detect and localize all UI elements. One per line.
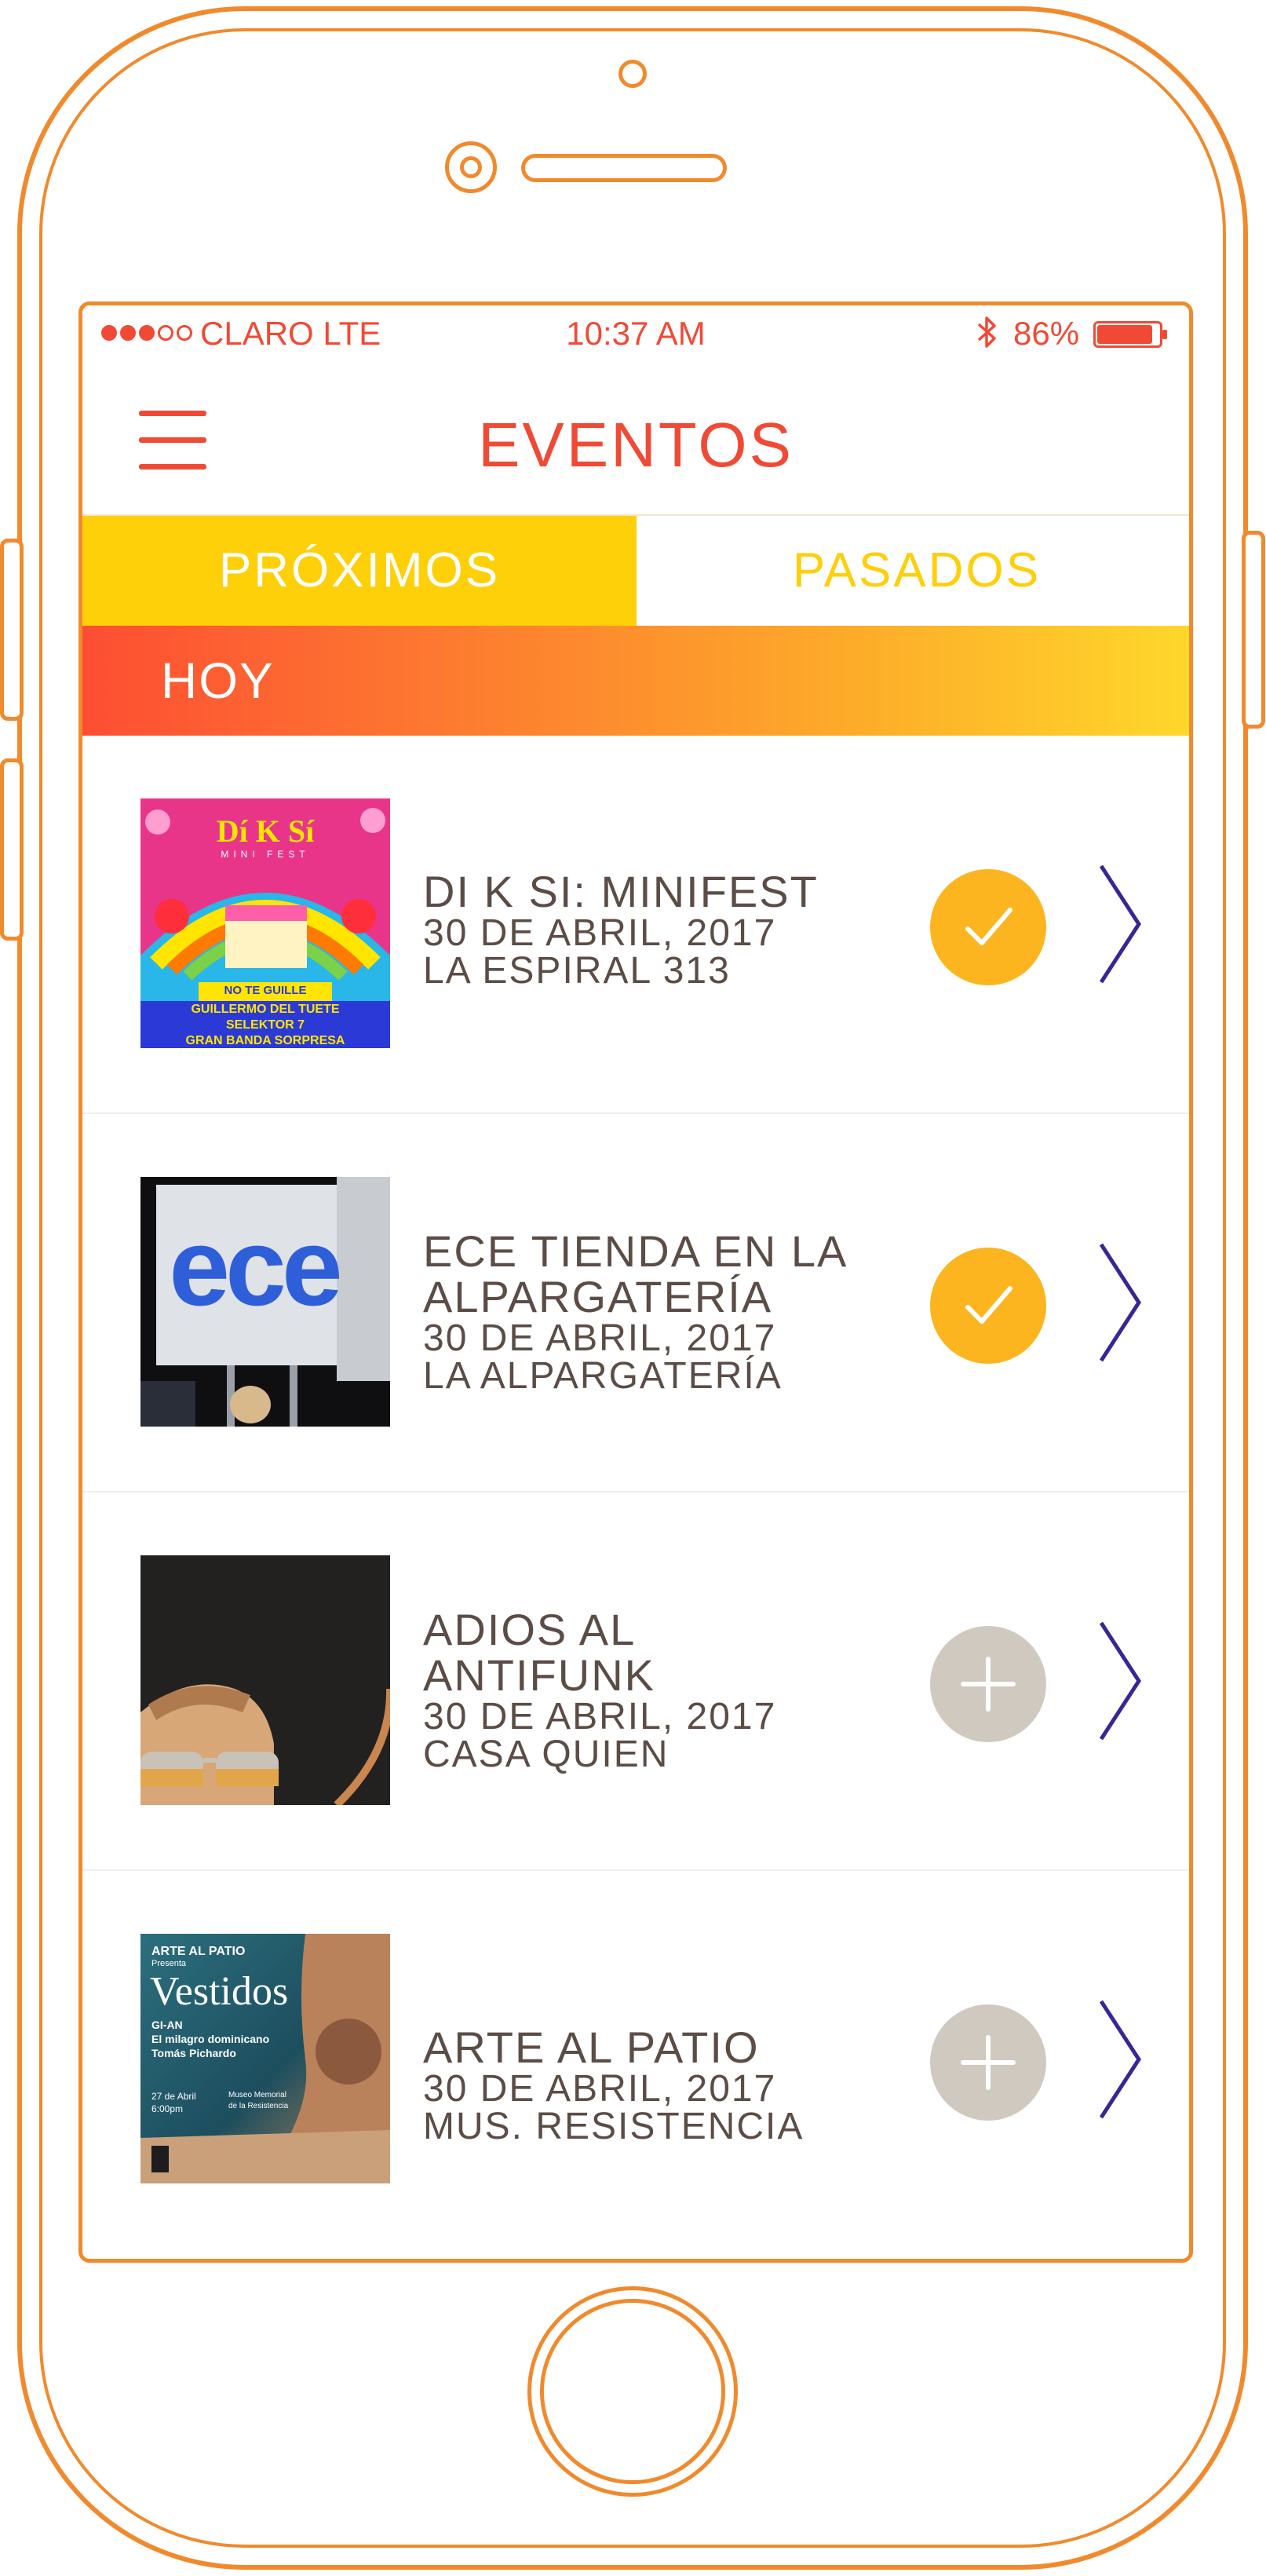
proximity-sensor	[618, 60, 647, 88]
earpiece-speaker	[521, 154, 727, 182]
event-title: ECE TIENDA EN LA	[423, 1226, 848, 1276]
tab-upcoming[interactable]: PRÓXIMOS	[82, 516, 637, 626]
event-thumbnail[interactable]	[140, 1555, 390, 1805]
event-row[interactable]: ece ECE TIENDA EN LA ALPARGATERÍA 30 DE …	[82, 1114, 1189, 1493]
tab-bar: PRÓXIMOS PASADOS	[82, 516, 1189, 626]
poster-line: SELEKTOR 7	[225, 1018, 305, 1032]
chevron-right-icon[interactable]	[1095, 1997, 1150, 2122]
event-date: 30 DE ABRIL, 2017	[423, 2068, 777, 2110]
event-venue: MUS. RESISTENCIA	[423, 2106, 804, 2147]
event-title: DI K SI: MINIFEST	[423, 867, 819, 916]
app-screen: CLARO LTE 10:37 AM 86% EVENTOS PRÓXIMOS …	[78, 301, 1193, 2263]
event-info: ADIOS AL ANTIFUNK 30 DE ABRIL, 2017 CASA…	[423, 1607, 776, 1774]
poster-place: de la Resistencia	[228, 2102, 289, 2110]
front-camera	[445, 141, 497, 193]
event-date: 30 DE ABRIL, 2017	[423, 912, 777, 954]
battery-icon	[1093, 321, 1167, 348]
event-thumbnail[interactable]: Dí K Sí MINI FEST NO TE GUILLE GUILLERMO…	[140, 798, 390, 1048]
event-title: ANTIFUNK	[423, 1650, 655, 1700]
attending-check-button[interactable]	[930, 869, 1046, 985]
event-row[interactable]: Dí K Sí MINI FEST NO TE GUILLE GUILLERMO…	[82, 736, 1189, 1114]
chevron-right-icon[interactable]	[1095, 1240, 1150, 1365]
chevron-right-icon[interactable]	[1095, 861, 1150, 987]
section-label: HOY	[161, 652, 275, 709]
poster-top: ARTE AL PATIO	[151, 1945, 246, 1958]
poster-line: GUILLERMO DEL TUETE	[191, 1003, 340, 1016]
navigation-bar: EVENTOS	[82, 360, 1189, 516]
plus-icon	[961, 1657, 1016, 1712]
plus-icon	[961, 2035, 1016, 2090]
poster-time: 6:00pm	[151, 2103, 184, 2114]
page-title: EVENTOS	[478, 410, 794, 480]
event-title: ALPARGATERÍA	[423, 1272, 773, 1321]
event-row[interactable]: ARTE AL PATIO Presenta Vestidos GI-AN El…	[82, 1871, 1189, 2249]
chevron-right-icon[interactable]	[1095, 1618, 1150, 1744]
event-row[interactable]: ADIOS AL ANTIFUNK 30 DE ABRIL, 2017 CASA…	[82, 1493, 1189, 1871]
event-venue: CASA QUIEN	[423, 1734, 669, 1775]
poster-line: GI-AN	[151, 2019, 183, 2031]
event-title: ARTE AL PATIO	[423, 2022, 760, 2072]
power-button	[1242, 531, 1265, 729]
add-event-button[interactable]	[930, 2004, 1046, 2121]
home-button-ring	[540, 2299, 725, 2484]
attending-check-button[interactable]	[930, 1248, 1046, 1364]
event-date: 30 DE ABRIL, 2017	[423, 1696, 777, 1737]
event-title: ADIOS AL	[423, 1605, 637, 1654]
event-info: ARTE AL PATIO 30 DE ABRIL, 2017 MUS. RES…	[423, 2025, 804, 2146]
poster-place: Museo Memorial	[228, 2091, 286, 2099]
checkmark-icon	[965, 908, 1012, 945]
poster-banner: NO TE GUILLE	[224, 984, 307, 997]
checkmark-icon	[965, 1286, 1012, 1324]
poster-heading: Dí K Sí	[216, 813, 315, 849]
poster-subheading: MINI FEST	[221, 849, 310, 860]
event-info: DI K SI: MINIFEST 30 DE ABRIL, 2017 LA E…	[423, 869, 819, 990]
tab-past[interactable]: PASADOS	[637, 516, 1189, 626]
event-thumbnail[interactable]: ARTE AL PATIO Presenta Vestidos GI-AN El…	[140, 1934, 390, 2183]
section-header-today: HOY	[82, 626, 1189, 736]
add-event-button[interactable]	[930, 1626, 1046, 1742]
poster-heading: Vestidos	[150, 1969, 289, 2014]
event-venue: LA ALPARGATERÍA	[423, 1355, 783, 1397]
event-info: ECE TIENDA EN LA ALPARGATERÍA 30 DE ABRI…	[423, 1229, 848, 1395]
event-venue: LA ESPIRAL 313	[423, 950, 731, 992]
event-thumbnail[interactable]: ece	[140, 1177, 390, 1427]
volume-down-button	[0, 758, 24, 941]
battery-percent: 86%	[1013, 315, 1080, 352]
poster-line: El milagro dominicano	[151, 2033, 270, 2045]
poster-line: Tomás Pichardo	[151, 2047, 236, 2059]
bluetooth-icon	[971, 313, 1002, 353]
status-bar: CLARO LTE 10:37 AM 86%	[82, 305, 1189, 360]
poster-presenta: Presenta	[151, 1959, 187, 1968]
poster-heading: ece	[169, 1205, 343, 1328]
poster-line: GRAN BANDA SORPRESA	[185, 1034, 345, 1047]
poster-date: 27 de Abril	[151, 2091, 196, 2102]
event-date: 30 DE ABRIL, 2017	[423, 1317, 777, 1359]
volume-up-button	[0, 539, 24, 721]
